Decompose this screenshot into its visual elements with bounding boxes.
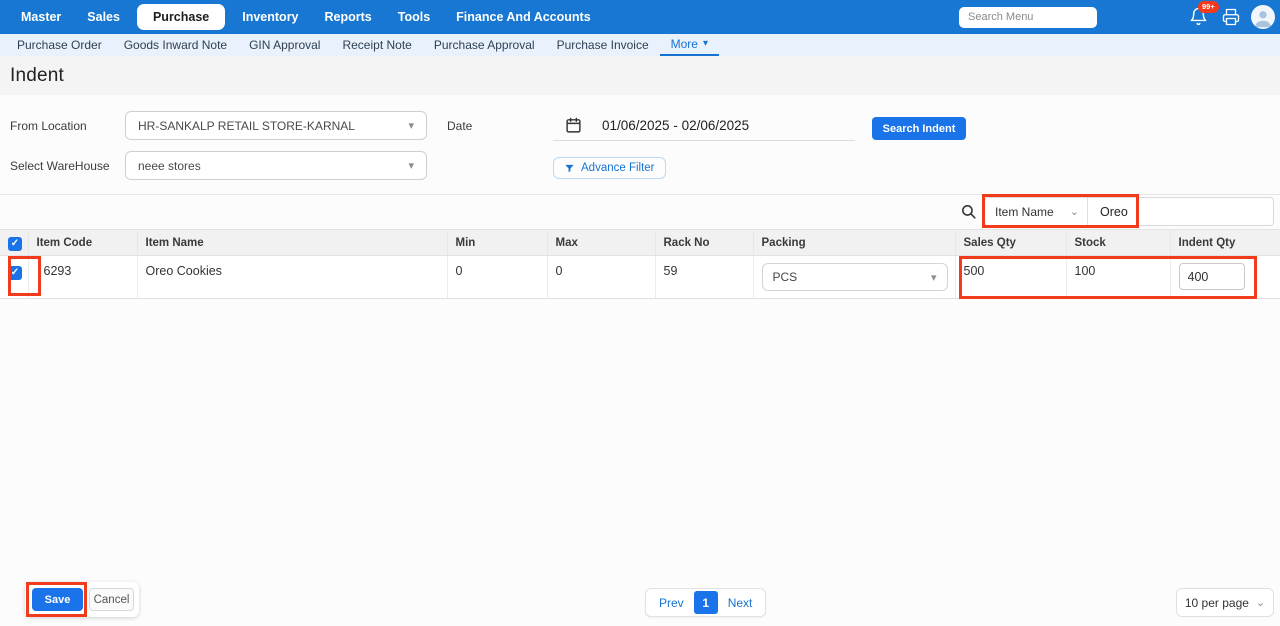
cell-rack-no: 59 — [655, 256, 753, 299]
from-location-value: HR-SANKALP RETAIL STORE-KARNAL — [138, 119, 355, 133]
packing-value: PCS — [773, 270, 798, 284]
nav-purchase[interactable]: Purchase — [137, 4, 225, 30]
print-button[interactable] — [1222, 8, 1240, 26]
advance-filter-label: Advance Filter — [581, 162, 655, 174]
chevron-down-icon: ⌄ — [1256, 596, 1265, 609]
chevron-down-icon: ⌄ — [1070, 205, 1079, 218]
col-stock: Stock — [1066, 230, 1170, 256]
purchase-sub-menu: Purchase Order Goods Inward Note GIN App… — [0, 34, 1280, 56]
indent-page: Master Sales Purchase Inventory Reports … — [0, 0, 1280, 626]
notification-badge: 99+ — [1198, 1, 1219, 13]
col-max: Max — [547, 230, 655, 256]
table-search-box: Item Name ⌄ — [984, 197, 1274, 226]
chevron-down-icon: ▾ — [931, 271, 937, 284]
col-min: Min — [447, 230, 547, 256]
search-field-value: Item Name — [995, 205, 1054, 219]
calendar-icon — [565, 117, 582, 134]
search-field-select[interactable]: Item Name ⌄ — [985, 198, 1088, 225]
date-range-field[interactable]: 01/06/2025 - 02/06/2025 — [553, 111, 855, 141]
subnav-purchase-order[interactable]: Purchase Order — [6, 34, 113, 56]
col-item-name: Item Name — [137, 230, 447, 256]
date-label: Date — [447, 119, 472, 133]
col-sales-qty: Sales Qty — [955, 230, 1066, 256]
search-menu-input[interactable] — [959, 7, 1097, 28]
prev-page-button[interactable]: Prev — [649, 596, 694, 610]
warehouse-select[interactable]: neee stores ▾ — [125, 151, 427, 180]
current-page-button[interactable]: 1 — [694, 591, 718, 614]
cell-sales-qty: 500 — [955, 256, 1066, 299]
per-page-select[interactable]: 10 per page ⌄ — [1176, 588, 1274, 617]
nav-finance-and-accounts[interactable]: Finance And Accounts — [443, 10, 604, 24]
cell-indent-qty — [1170, 256, 1280, 299]
nav-master[interactable]: Master — [8, 10, 74, 24]
search-icon — [960, 203, 977, 220]
subnav-purchase-approval[interactable]: Purchase Approval — [423, 34, 546, 56]
user-avatar[interactable] — [1251, 5, 1275, 29]
nav-sales[interactable]: Sales — [74, 10, 133, 24]
row-checkbox[interactable]: ✓ — [8, 266, 22, 280]
top-navigation-bar: Master Sales Purchase Inventory Reports … — [0, 0, 1280, 34]
nav-tools[interactable]: Tools — [385, 10, 443, 24]
col-indent-qty: Indent Qty — [1170, 230, 1280, 256]
page-title-band: Indent — [0, 56, 1280, 95]
advance-filter-button[interactable]: Advance Filter — [553, 157, 666, 179]
select-all-checkbox[interactable]: ✓ — [8, 237, 22, 251]
check-icon: ✓ — [11, 239, 19, 249]
nav-inventory[interactable]: Inventory — [229, 10, 311, 24]
search-indent-button[interactable]: Search Indent — [872, 117, 966, 140]
cell-item-code: 6293 — [28, 256, 137, 299]
from-location-label: From Location — [10, 119, 87, 133]
subnav-gin-approval[interactable]: GIN Approval — [238, 34, 331, 56]
check-icon: ✓ — [11, 268, 19, 278]
notifications-button[interactable]: 99+ — [1189, 7, 1209, 27]
warehouse-value: neee stores — [138, 159, 201, 173]
indent-table: ✓ Item Code Item Name Min Max Rack No Pa… — [0, 229, 1280, 299]
subnav-goods-inward-note[interactable]: Goods Inward Note — [113, 34, 238, 56]
table-search-row: Item Name ⌄ — [0, 195, 1280, 229]
chevron-down-icon: ▾ — [408, 159, 414, 172]
page-title: Indent — [10, 65, 64, 87]
indent-qty-input[interactable] — [1179, 263, 1245, 290]
filter-funnel-icon — [564, 163, 575, 174]
save-button[interactable]: Save — [32, 588, 83, 611]
cancel-button[interactable]: Cancel — [89, 588, 134, 611]
cell-item-name: Oreo Cookies — [137, 256, 447, 299]
packing-select[interactable]: PCS ▾ — [762, 263, 948, 291]
col-packing: Packing — [753, 230, 955, 256]
subnav-receipt-note[interactable]: Receipt Note — [331, 34, 422, 56]
date-range-value: 01/06/2025 - 02/06/2025 — [602, 118, 749, 133]
main-menu: Master Sales Purchase Inventory Reports … — [8, 4, 604, 30]
cell-packing: PCS ▾ — [753, 256, 955, 299]
next-page-button[interactable]: Next — [718, 596, 763, 610]
warehouse-label: Select WareHouse — [10, 159, 110, 173]
printer-icon — [1222, 8, 1240, 26]
per-page-value: 10 per page — [1185, 596, 1249, 610]
col-rack-no: Rack No — [655, 230, 753, 256]
search-query-input[interactable] — [1088, 198, 1273, 225]
pagination: Prev 1 Next — [645, 588, 766, 617]
nav-reports[interactable]: Reports — [312, 10, 385, 24]
col-item-code: Item Code — [28, 230, 137, 256]
cell-stock: 100 — [1066, 256, 1170, 299]
cell-min: 0 — [447, 256, 547, 299]
table-header-row: ✓ Item Code Item Name Min Max Rack No Pa… — [0, 230, 1280, 256]
chevron-down-icon: ▾ — [408, 119, 414, 132]
cell-max: 0 — [547, 256, 655, 299]
chevron-down-icon: ▾ — [703, 39, 708, 49]
filters-section: From Location HR-SANKALP RETAIL STORE-KA… — [0, 95, 1280, 195]
subnav-more-dropdown[interactable]: More ▾ — [660, 34, 719, 56]
person-icon — [1252, 7, 1274, 29]
subnav-more-label: More — [671, 37, 698, 51]
from-location-select[interactable]: HR-SANKALP RETAIL STORE-KARNAL ▾ — [125, 111, 427, 140]
table-row: ✓ 6293 Oreo Cookies 0 0 59 PCS ▾ 500 100 — [0, 256, 1280, 299]
subnav-purchase-invoice[interactable]: Purchase Invoice — [546, 34, 660, 56]
